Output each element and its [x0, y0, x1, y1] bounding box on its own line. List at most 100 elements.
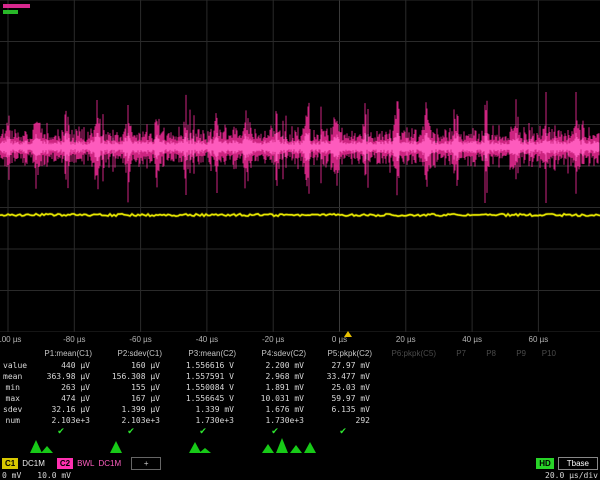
measurement-value: 292	[310, 415, 376, 426]
measurement-value: 25.03 mV	[310, 382, 376, 393]
measurement-value: 160 µV	[96, 360, 166, 371]
measurement-value	[376, 371, 440, 382]
measurement-value	[530, 415, 560, 426]
tbase-scale: 20.0 µs/div	[545, 471, 598, 480]
histicon-peak	[290, 445, 302, 453]
param-header: P3:mean(C2)	[166, 348, 240, 360]
measurement-value: 2.103e+3	[96, 415, 166, 426]
status-indicator	[3, 4, 30, 16]
measurement-value: 363.98 µV	[26, 371, 96, 382]
measurement-value: 1.339 mV	[166, 404, 240, 415]
time-label: -80 µs	[63, 335, 85, 344]
histicon-peak	[199, 448, 211, 453]
time-axis: -100 µs-80 µs-60 µs-40 µs-20 µs0 µs20 µs…	[0, 331, 600, 348]
stat-row-label: sdev	[0, 404, 26, 415]
stat-row-label: max	[0, 393, 26, 404]
measurement-value: 6.135 mV	[310, 404, 376, 415]
measurement-value: 1.676 mV	[240, 404, 310, 415]
param-header: P4:sdev(C2)	[240, 348, 310, 360]
measurement-value	[500, 371, 530, 382]
measurement-value	[500, 393, 530, 404]
measurement-value	[440, 415, 470, 426]
histicon-peak	[276, 438, 288, 453]
measurement-value: 1.556645 V	[166, 393, 240, 404]
param-header: P2:sdev(C1)	[96, 348, 166, 360]
measurement-value	[470, 371, 500, 382]
measurement-value	[500, 415, 530, 426]
c1-status-bar	[3, 10, 18, 14]
measurement-value: 10.031 mV	[240, 393, 310, 404]
param-header: P9	[500, 348, 530, 360]
measurement-value	[530, 382, 560, 393]
measurement-value	[440, 371, 470, 382]
measurement-table[interactable]: P1:mean(C1)P2:sdev(C1)P3:mean(C2)P4:sdev…	[0, 348, 600, 436]
measurement-value	[470, 393, 500, 404]
measurement-value	[530, 371, 560, 382]
measurement-value: 1.730e+3	[166, 415, 240, 426]
measurement-value	[500, 382, 530, 393]
measurement-value	[470, 404, 500, 415]
measurement-value: 1.399 µV	[96, 404, 166, 415]
waveform-display[interactable]	[0, 0, 600, 332]
measurement-value	[376, 415, 440, 426]
measurement-value	[470, 382, 500, 393]
stat-row-label: num	[0, 415, 26, 426]
add-trace-button[interactable]: +	[131, 457, 161, 470]
measurement-value: 32.16 µV	[26, 404, 96, 415]
measurement-value: 27.97 mV	[310, 360, 376, 371]
measurement-value: 1.730e+3	[240, 415, 310, 426]
measurement-value	[376, 360, 440, 371]
oscilloscope-screen: -100 µs-80 µs-60 µs-40 µs-20 µs0 µs20 µs…	[0, 0, 600, 480]
time-label: 60 µs	[529, 335, 549, 344]
time-label: 20 µs	[396, 335, 416, 344]
time-label: -20 µs	[262, 335, 284, 344]
param-header: P8	[470, 348, 500, 360]
measurement-value	[376, 404, 440, 415]
histicon-peak	[304, 442, 316, 453]
measurement-value: 167 µV	[96, 393, 166, 404]
measurement-value: 156.308 µV	[96, 371, 166, 382]
measurement-value	[500, 360, 530, 371]
c2-bandwidth-badge: BWL	[77, 459, 94, 468]
histicon-peak	[30, 440, 42, 453]
param-header: P6:pkpk(C5)	[376, 348, 440, 360]
c1-offset: 0 mV	[2, 471, 21, 480]
c1-coupling: DC1M	[22, 459, 45, 468]
measurement-value: 2.968 mV	[240, 371, 310, 382]
measurement-value: 1.550084 V	[166, 382, 240, 393]
measurement-value	[440, 393, 470, 404]
descriptor-bar: C1 DC1M C2 BWL DC1M + 0 mV 10.0 mV HD Tb…	[0, 456, 600, 480]
c1-scale: 10.0 mV	[37, 471, 71, 480]
c2-status-bar	[3, 4, 30, 8]
stat-row-label: value	[0, 360, 26, 371]
hd-badge: HD	[536, 458, 554, 469]
histicon-peak	[262, 444, 274, 453]
measurement-value	[440, 382, 470, 393]
channel-c1-button[interactable]: C1	[2, 458, 18, 469]
time-label: 40 µs	[462, 335, 482, 344]
measurement-value: 2.103e+3	[26, 415, 96, 426]
measurement-value	[440, 404, 470, 415]
measurement-value	[530, 404, 560, 415]
measurement-value: 440 µV	[26, 360, 96, 371]
measurement-value	[470, 360, 500, 371]
measurement-value: 263 µV	[26, 382, 96, 393]
timebase-button[interactable]: Tbase	[558, 457, 598, 470]
time-label: -60 µs	[129, 335, 151, 344]
trigger-time-marker[interactable]	[344, 331, 352, 337]
measurement-value	[440, 360, 470, 371]
measurement-value	[530, 393, 560, 404]
param-header: P10	[530, 348, 560, 360]
histicon-peak	[110, 441, 122, 453]
c2-coupling: DC1M	[98, 459, 121, 468]
time-label: -100 µs	[0, 335, 21, 344]
histicon-peak	[189, 442, 201, 453]
measurement-value: 2.200 mV	[240, 360, 310, 371]
measurement-value	[470, 415, 500, 426]
measurement-value: 155 µV	[96, 382, 166, 393]
time-label: -40 µs	[196, 335, 218, 344]
measurement-value	[376, 393, 440, 404]
measurement-value: 59.97 mV	[310, 393, 376, 404]
stat-row-label: mean	[0, 371, 26, 382]
channel-c2-button[interactable]: C2	[57, 458, 73, 469]
